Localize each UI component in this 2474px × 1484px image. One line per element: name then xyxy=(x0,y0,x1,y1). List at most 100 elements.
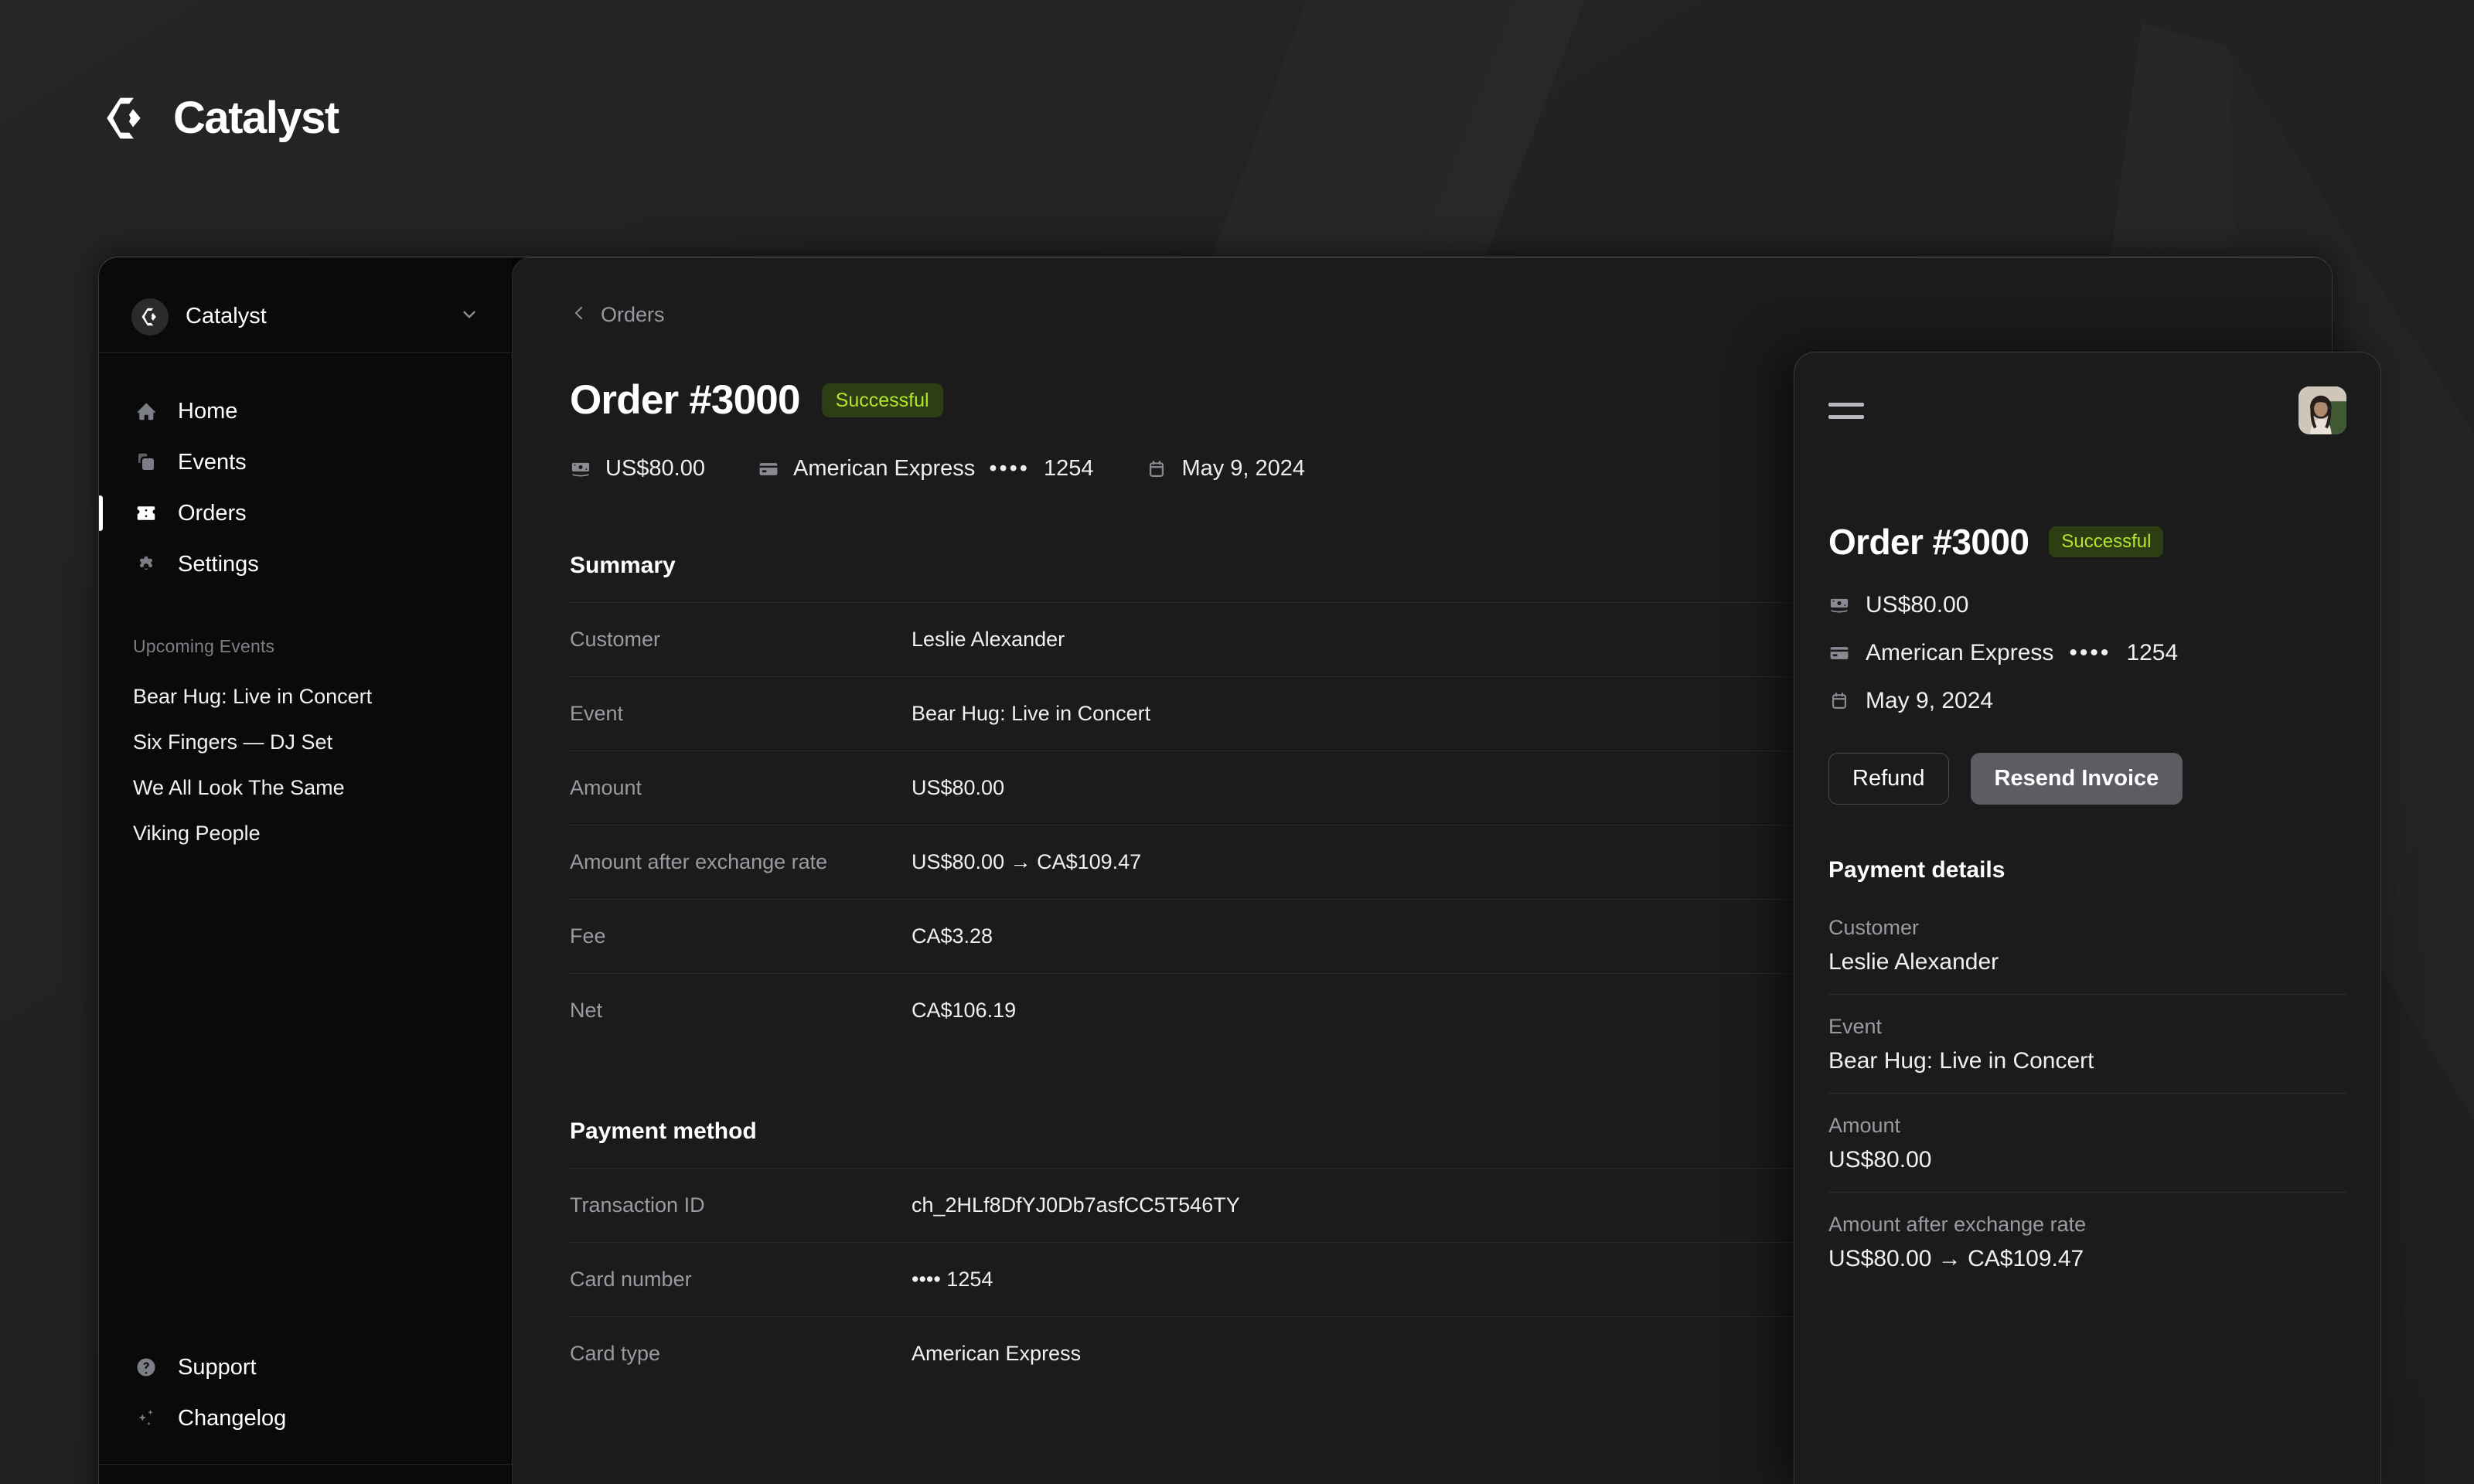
mobile-amount-value: US$80.00 xyxy=(1866,592,1968,618)
calendar-icon xyxy=(1828,690,1850,712)
banknotes-icon xyxy=(570,458,591,480)
credit-card-icon xyxy=(758,458,779,480)
list-item[interactable]: We All Look The Same xyxy=(125,765,486,811)
resend-invoice-button[interactable]: Resend Invoice xyxy=(1971,753,2183,805)
sidebar-footer-nav: Support Changelog xyxy=(99,1342,512,1444)
row-key: Event xyxy=(1828,1015,2346,1039)
user-profile-button[interactable]: Erica erica@example.com xyxy=(99,1464,512,1484)
brand-name: Catalyst xyxy=(173,96,339,141)
row-value: American Express xyxy=(912,1342,1081,1366)
mobile-action-buttons: Refund Resend Invoice xyxy=(1828,753,2346,805)
mobile-date-meta: May 9, 2024 xyxy=(1828,688,2346,714)
hamburger-menu-icon[interactable] xyxy=(1828,397,1864,425)
sidebar-item-orders[interactable]: Orders xyxy=(125,488,486,539)
order-amount-value: US$80.00 xyxy=(605,456,705,482)
home-icon xyxy=(133,398,159,424)
sidebar-item-label: Changelog xyxy=(178,1406,286,1431)
mobile-topbar xyxy=(1828,352,2346,434)
row-value: Bear Hug: Live in Concert xyxy=(1828,1048,2346,1074)
chevron-left-icon xyxy=(570,304,588,326)
primary-nav: Home Events Orders xyxy=(99,386,512,590)
sidebar-header: Catalyst xyxy=(99,257,512,353)
sidebar: Catalyst Home Events xyxy=(99,257,512,1484)
row-key: Card number xyxy=(570,1268,912,1292)
card-mask-dots: •••• xyxy=(989,456,1030,482)
row-key: Fee xyxy=(570,924,912,948)
gear-icon xyxy=(133,551,159,577)
mobile-page-title: Order #3000 xyxy=(1828,521,2029,563)
sidebar-body: Home Events Orders xyxy=(99,353,512,1342)
sidebar-item-settings[interactable]: Settings xyxy=(125,539,486,590)
breadcrumb-label: Orders xyxy=(601,303,665,327)
row-key: Card type xyxy=(570,1342,912,1366)
row-value: •••• 1254 xyxy=(912,1268,993,1292)
mobile-payment-details-list: Customer Leslie Alexander Event Bear Hug… xyxy=(1828,904,2346,1291)
row-key: Event xyxy=(570,702,912,726)
order-card-brand: American Express xyxy=(793,456,975,482)
sidebar-item-label: Events xyxy=(178,450,247,475)
list-item: Amount US$80.00 xyxy=(1828,1093,2346,1192)
order-card-meta: American Express •••• 1254 xyxy=(758,456,1093,482)
squares-icon xyxy=(133,449,159,475)
list-item[interactable]: Bear Hug: Live in Concert xyxy=(125,674,486,720)
order-date-meta: May 9, 2024 xyxy=(1146,456,1305,482)
row-key: Amount after exchange rate xyxy=(1828,1213,2346,1237)
calendar-icon xyxy=(1146,458,1167,480)
payment-details-heading: Payment details xyxy=(1828,857,2346,883)
order-amount-meta: US$80.00 xyxy=(570,456,705,482)
catalyst-hexagon-logo-icon xyxy=(101,93,152,144)
team-switcher[interactable]: Catalyst xyxy=(125,291,486,343)
row-value: CA$3.28 xyxy=(912,924,993,948)
order-date-value: May 9, 2024 xyxy=(1181,456,1305,482)
list-item: Customer Leslie Alexander xyxy=(1828,904,2346,994)
mobile-preview-panel: Order #3000 Successful US$80.00 American… xyxy=(1794,352,2381,1484)
credit-card-icon xyxy=(1828,642,1850,664)
status-badge: Successful xyxy=(822,383,943,417)
sparkles-icon xyxy=(133,1405,159,1431)
brand-lockup: Catalyst xyxy=(101,93,339,144)
sidebar-item-events[interactable]: Events xyxy=(125,437,486,488)
row-value: CA$106.19 xyxy=(912,999,1016,1023)
row-value: Leslie Alexander xyxy=(1828,949,2346,975)
row-key: Transaction ID xyxy=(570,1193,912,1217)
upcoming-events-heading: Upcoming Events xyxy=(99,590,512,674)
refund-button[interactable]: Refund xyxy=(1828,753,1949,805)
sidebar-item-changelog[interactable]: Changelog xyxy=(125,1393,486,1444)
card-mask-dots: •••• xyxy=(2069,640,2111,666)
breadcrumb[interactable]: Orders xyxy=(570,303,665,327)
sidebar-item-home[interactable]: Home xyxy=(125,386,486,437)
team-name: Catalyst xyxy=(186,304,442,329)
row-value: ch_2HLf8DfYJ0Db7asfCC5T546TY xyxy=(912,1193,1240,1217)
mobile-amount-meta: US$80.00 xyxy=(1828,592,2346,618)
mobile-card-meta: American Express •••• 1254 xyxy=(1828,640,2346,666)
row-key: Customer xyxy=(1828,916,2346,940)
row-value: Leslie Alexander xyxy=(912,628,1065,652)
row-key: Amount xyxy=(1828,1114,2346,1138)
row-key: Amount after exchange rate xyxy=(570,850,912,874)
row-value: US$80.00 → CA$109.47 xyxy=(912,850,1141,874)
mobile-date-value: May 9, 2024 xyxy=(1866,688,1993,714)
sidebar-item-support[interactable]: Support xyxy=(125,1342,486,1393)
list-item: Event Bear Hug: Live in Concert xyxy=(1828,994,2346,1093)
upcoming-events-list: Bear Hug: Live in Concert Six Fingers — … xyxy=(99,674,512,856)
sidebar-item-label: Settings xyxy=(178,552,259,577)
row-key: Customer xyxy=(570,628,912,652)
order-card-last4: 1254 xyxy=(1044,456,1094,482)
status-badge: Successful xyxy=(2049,526,2163,558)
list-item[interactable]: Viking People xyxy=(125,811,486,856)
row-value: US$80.00 → CA$109.47 xyxy=(1828,1246,2346,1272)
row-key: Amount xyxy=(570,776,912,800)
sidebar-item-label: Orders xyxy=(178,501,247,526)
chevron-down-icon xyxy=(459,305,479,328)
question-mark-circle-icon xyxy=(133,1354,159,1380)
catalyst-logo-icon xyxy=(131,298,169,335)
sidebar-item-label: Support xyxy=(178,1355,257,1380)
mobile-order-meta: US$80.00 American Express •••• 1254 May … xyxy=(1828,592,2346,714)
row-value: Bear Hug: Live in Concert xyxy=(912,702,1150,726)
mobile-card-last4: 1254 xyxy=(2126,640,2178,666)
mobile-order-header: Order #3000 Successful xyxy=(1828,521,2346,563)
row-value: US$80.00 xyxy=(912,776,1004,800)
page-title: Order #3000 xyxy=(570,376,800,424)
list-item[interactable]: Six Fingers — DJ Set xyxy=(125,720,486,765)
avatar[interactable] xyxy=(2299,386,2346,434)
